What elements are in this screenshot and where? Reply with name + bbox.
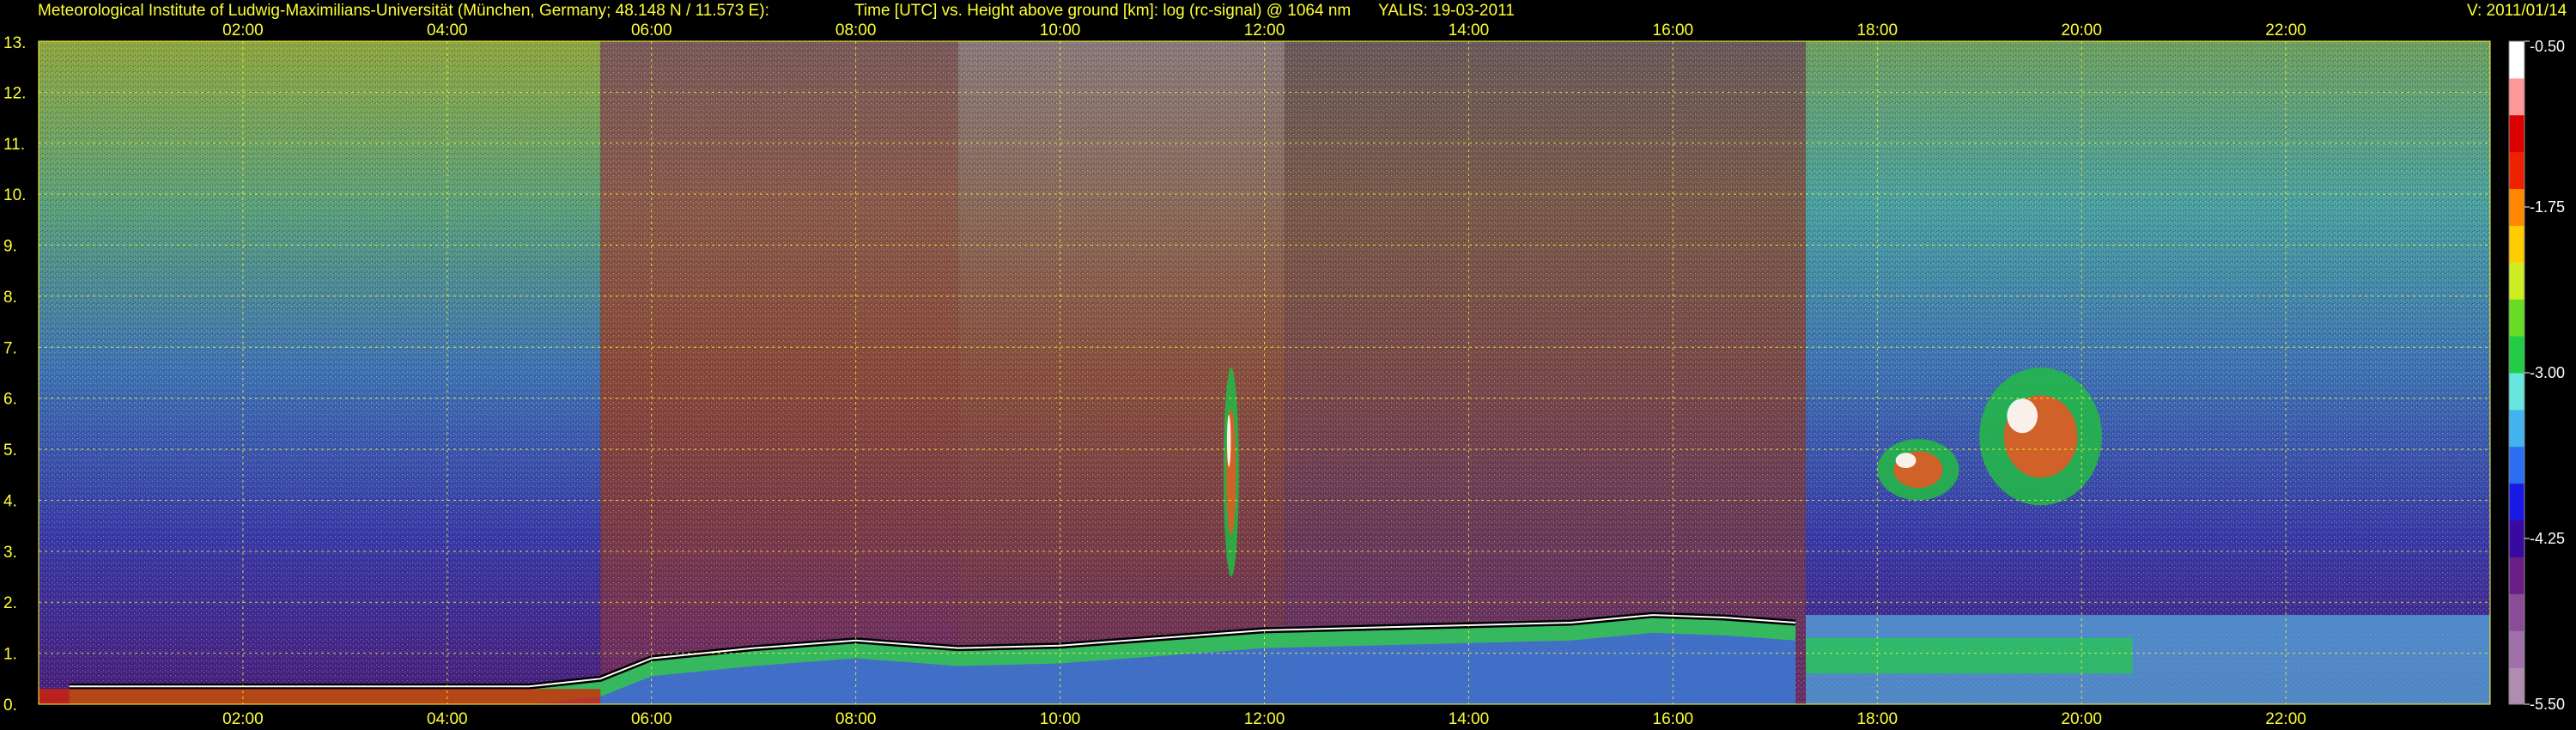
colorbar-tick-label: -0.50: [2530, 38, 2565, 55]
x-tick-label-bottom: 18:00: [1856, 710, 1898, 728]
y-tick-label: 1.: [3, 646, 17, 664]
colorbar-segment: [2509, 41, 2524, 79]
colorbar-segment: [2509, 299, 2524, 337]
x-tick-label-bottom: 12:00: [1244, 710, 1285, 728]
x-tick-label-bottom: 02:00: [222, 710, 264, 728]
y-tick-label: 7.: [3, 339, 17, 357]
x-tick-label-top: 04:00: [427, 21, 468, 40]
colorbar-segment: [2509, 667, 2524, 705]
x-tick-label-top: 14:00: [1449, 21, 1490, 40]
colorbar-segment: [2509, 630, 2524, 668]
x-tick-label-top: 20:00: [2061, 21, 2102, 40]
residual-layer-aerosol: [1805, 637, 2133, 674]
colorbar-segment: [2509, 373, 2524, 411]
x-tick-label-bottom: 14:00: [1449, 710, 1490, 728]
x-tick-label-top: 18:00: [1856, 21, 1898, 40]
y-tick-label: 0.: [3, 697, 17, 715]
colorbar-tick-label: -3.00: [2530, 364, 2565, 381]
lidar-heatmap-chart: 02:00 04:00 06:00 08:00 10:00 12:00 14:00 16:00…: [3, 21, 2565, 728]
x-tick-label-top: 02:00: [222, 21, 264, 40]
cloud-peak: [1226, 414, 1231, 467]
colorbar-segment: [2509, 593, 2524, 631]
colorbar-segment: [2509, 225, 2524, 263]
colorbar-segment: [2509, 114, 2524, 153]
x-tick-label-bottom: 22:00: [2265, 710, 2306, 728]
colorbar-segment: [2509, 151, 2524, 190]
x-tick-label-top: 08:00: [835, 21, 877, 40]
x-tick-label-bottom: 08:00: [835, 710, 877, 728]
y-tick-label: 4.: [3, 492, 17, 510]
y-tick-label: 9.: [3, 238, 17, 256]
x-tick-label-bottom: 20:00: [2061, 710, 2102, 728]
colorbar-segment: [2509, 188, 2524, 226]
x-tick-label-top: 22:00: [2265, 21, 2306, 40]
colorbar-tick-label: -1.75: [2530, 198, 2565, 216]
y-tick-label: 12.: [3, 84, 26, 102]
cloud-peak: [2007, 398, 2038, 434]
colorbar-segment: [2509, 557, 2524, 594]
x-axis-bottom: 02:00 04:00 06:00 08:00 10:00 12:00 14:00 16:00…: [222, 710, 2306, 728]
colorbar-segment: [2509, 520, 2524, 557]
x-tick-label-bottom: 04:00: [427, 710, 468, 728]
colorbar-segment: [2509, 77, 2524, 116]
y-tick-label: 8.: [3, 289, 17, 307]
colorbar-segment: [2509, 483, 2524, 521]
x-tick-label-bottom: 06:00: [631, 710, 672, 728]
surface-layer: [39, 689, 601, 704]
x-tick-label-bottom: 16:00: [1653, 710, 1694, 728]
colorbar-segment: [2509, 446, 2524, 484]
x-tick-label-top: 10:00: [1040, 21, 1081, 40]
y-tick-label: 3.: [3, 544, 17, 562]
colorbar: -0.50 -1.75 -3.00 -4.25 -5.50: [2508, 38, 2565, 713]
cloud-peak: [1895, 453, 1917, 469]
y-tick-label: 11.: [3, 136, 25, 154]
colorbar-segment: [2509, 409, 2524, 447]
x-tick-label-top: 16:00: [1653, 21, 1694, 40]
y-tick-label: 10.: [3, 186, 26, 204]
x-axis-top: 02:00 04:00 06:00 08:00 10:00 12:00 14:00 16:00…: [222, 21, 2306, 40]
x-tick-label-top: 06:00: [631, 21, 672, 40]
colorbar-segment: [2509, 336, 2524, 374]
y-tick-label: 13.: [3, 34, 26, 52]
y-tick-label: 6.: [3, 391, 17, 409]
x-tick-label-top: 12:00: [1244, 21, 1285, 40]
colorbar-segment: [2509, 262, 2524, 300]
y-axis: 0. 1. 2. 3. 4. 5. 6. 7. 8. 9. 10. 11. 12. 13.: [3, 34, 26, 715]
y-tick-label: 2.: [3, 594, 17, 612]
colorbar-tick-label: -4.25: [2530, 530, 2565, 547]
y-tick-label: 5.: [3, 441, 17, 459]
x-tick-label-bottom: 10:00: [1040, 710, 1081, 728]
colorbar-tick-label: -5.50: [2530, 696, 2565, 713]
